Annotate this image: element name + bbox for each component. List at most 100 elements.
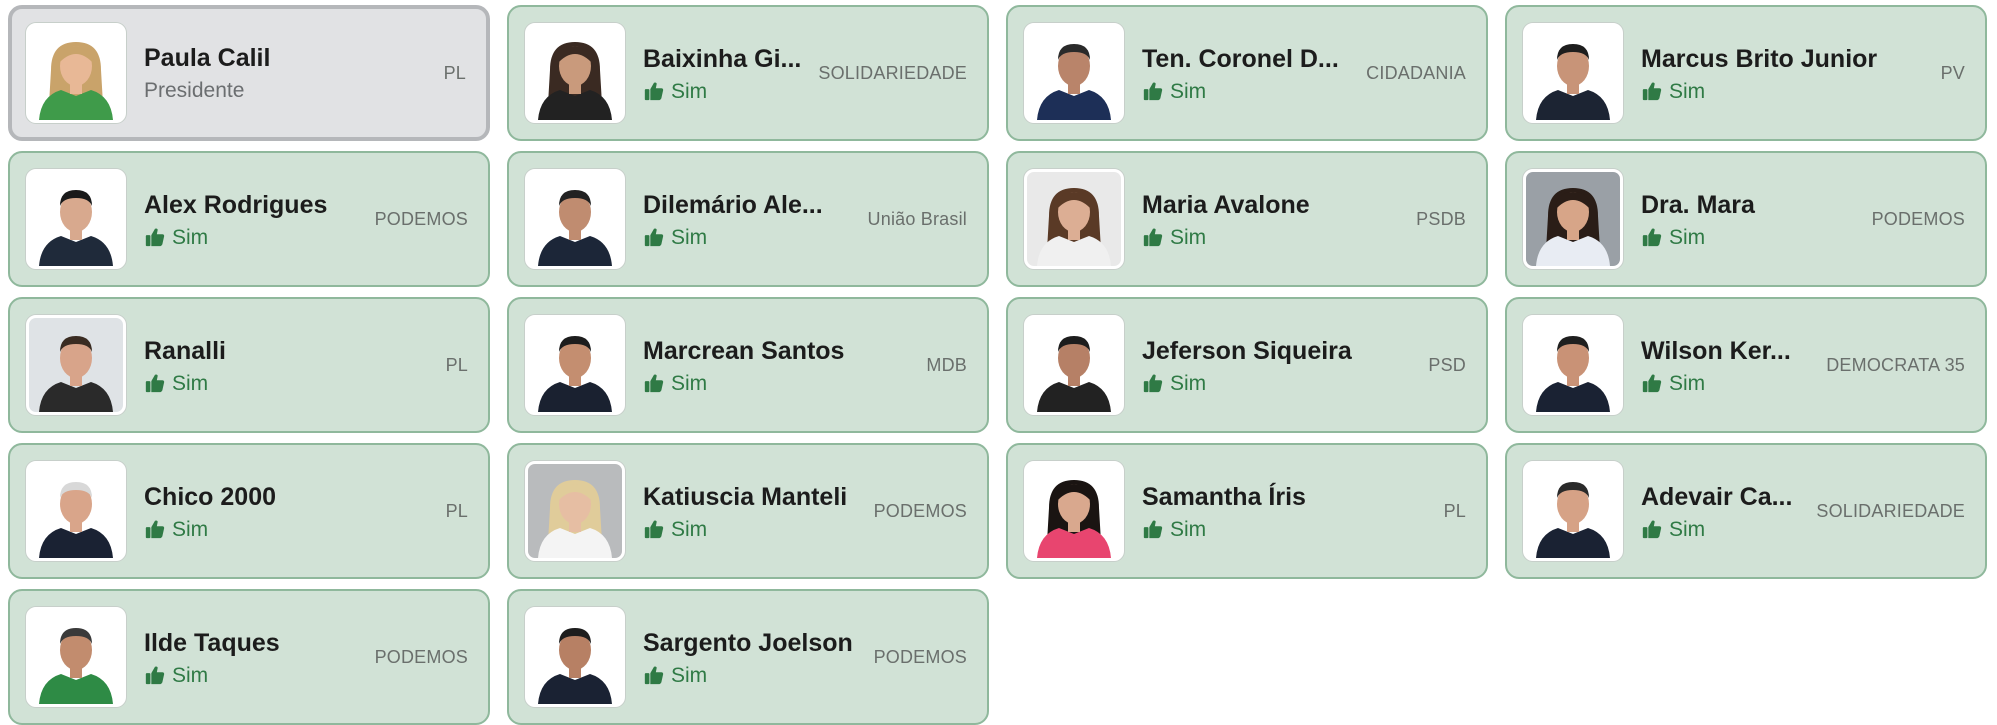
member-card[interactable]: Baixinha Gi... Sim SOLIDARIEDADE xyxy=(507,5,989,141)
vote-label: Sim xyxy=(1170,517,1207,541)
vote-status: Sim xyxy=(1142,372,1416,394)
vote-label: Sim xyxy=(1170,371,1207,395)
member-name: Jeferson Siqueira xyxy=(1142,337,1352,365)
member-photo xyxy=(26,461,126,561)
member-name: Wilson Ker... xyxy=(1641,337,1791,365)
member-party: PL xyxy=(443,62,466,83)
member-name: Maria Avalone xyxy=(1142,191,1310,219)
member-info: Ilde Taques Sim xyxy=(144,628,363,686)
member-party: DEMOCRATA 35 xyxy=(1826,354,1965,375)
thumbs-up-icon xyxy=(144,372,172,394)
member-party: PODEMOS xyxy=(1871,208,1965,229)
vote-status: Sim xyxy=(643,664,862,686)
member-party: PL xyxy=(445,500,468,521)
member-info: Samantha Íris Sim xyxy=(1142,482,1432,540)
vote-label: Sim xyxy=(671,225,708,249)
member-card[interactable]: Wilson Ker... Sim DEMOCRATA 35 xyxy=(1505,297,1987,433)
member-party: PODEMOS xyxy=(374,646,468,667)
member-card[interactable]: Dra. Mara Sim PODEMOS xyxy=(1505,151,1987,287)
member-party: PODEMOS xyxy=(873,646,967,667)
member-photo xyxy=(26,169,126,269)
thumbs-up-icon xyxy=(643,226,671,248)
vote-status: Sim xyxy=(144,372,434,394)
member-photo xyxy=(1024,169,1124,269)
member-card[interactable]: Ranalli Sim PL xyxy=(8,297,490,433)
vote-label: Sim xyxy=(1170,225,1207,249)
member-info: Chico 2000 Sim xyxy=(144,482,434,540)
member-photo xyxy=(26,607,126,707)
vote-status: Sim xyxy=(1641,372,1814,394)
member-photo xyxy=(1024,461,1124,561)
thumbs-up-icon xyxy=(643,518,671,540)
member-party: PSDB xyxy=(1416,208,1466,229)
member-name: Chico 2000 xyxy=(144,483,277,511)
member-card[interactable]: Adevair Ca... Sim SOLIDARIEDADE xyxy=(1505,443,1987,579)
thumbs-up-icon xyxy=(1142,226,1170,248)
thumbs-up-icon xyxy=(144,226,172,248)
member-name: Marcrean Santos xyxy=(643,337,845,365)
member-photo xyxy=(1523,461,1623,561)
thumbs-up-icon xyxy=(1641,226,1669,248)
vote-status: Sim xyxy=(1641,518,1804,540)
vote-status: Sim xyxy=(643,226,856,248)
member-photo xyxy=(525,607,625,707)
member-info: Wilson Ker... Sim xyxy=(1641,336,1814,394)
member-party: SOLIDARIEDADE xyxy=(1816,500,1965,521)
member-info: Paula Calil Presidente xyxy=(144,43,432,103)
vote-label: Sim xyxy=(671,663,708,687)
thumbs-up-icon xyxy=(1142,372,1170,394)
member-info: Marcus Brito Junior Sim xyxy=(1641,44,1929,102)
member-party: PL xyxy=(1443,500,1466,521)
member-card[interactable]: Ten. Coronel D... Sim CIDADANIA xyxy=(1006,5,1488,141)
member-name: Ranalli xyxy=(144,337,226,365)
member-photo xyxy=(1024,23,1124,123)
member-party: PODEMOS xyxy=(374,208,468,229)
member-name: Alex Rodrigues xyxy=(144,191,328,219)
vote-status: Sim xyxy=(1641,80,1929,102)
vote-status: Sim xyxy=(643,518,862,540)
member-name: Dilemário Ale... xyxy=(643,191,823,219)
vote-status: Sim xyxy=(1142,226,1404,248)
member-role: Presidente xyxy=(144,79,245,102)
member-card[interactable]: Chico 2000 Sim PL xyxy=(8,443,490,579)
vote-status: Sim xyxy=(643,80,806,102)
member-party: CIDADANIA xyxy=(1366,62,1466,83)
member-info: Dilemário Ale... Sim xyxy=(643,190,856,248)
member-card[interactable]: Ilde Taques Sim PODEMOS xyxy=(8,589,490,725)
vote-status: Sim xyxy=(144,518,434,540)
member-name: Ten. Coronel D... xyxy=(1142,45,1339,73)
member-name: Ilde Taques xyxy=(144,629,280,657)
thumbs-up-icon xyxy=(1641,518,1669,540)
member-photo xyxy=(525,461,625,561)
member-name: Baixinha Gi... xyxy=(643,45,802,73)
member-card[interactable]: Marcus Brito Junior Sim PV xyxy=(1505,5,1987,141)
vote-status: Sim xyxy=(144,664,363,686)
thumbs-up-icon xyxy=(1641,80,1669,102)
member-card-president[interactable]: Paula Calil Presidente PL xyxy=(8,5,490,141)
member-photo xyxy=(1523,169,1623,269)
member-card[interactable]: Alex Rodrigues Sim PODEMOS xyxy=(8,151,490,287)
member-party: União Brasil xyxy=(867,208,967,229)
thumbs-up-icon xyxy=(1142,80,1170,102)
members-grid: Paula Calil Presidente PL Baixinha Gi... S… xyxy=(8,5,1987,725)
member-info: Baixinha Gi... Sim xyxy=(643,44,806,102)
member-info: Adevair Ca... Sim xyxy=(1641,482,1804,540)
member-party: MDB xyxy=(926,354,967,375)
member-card[interactable]: Samantha Íris Sim PL xyxy=(1006,443,1488,579)
member-card[interactable]: Marcrean Santos Sim MDB xyxy=(507,297,989,433)
member-party: PV xyxy=(1940,62,1965,83)
member-card[interactable]: Sargento Joelson Sim PODEMOS xyxy=(507,589,989,725)
member-party: PSD xyxy=(1428,354,1466,375)
member-info: Dra. Mara Sim xyxy=(1641,190,1860,248)
vote-label: Sim xyxy=(1170,79,1207,103)
vote-label: Sim xyxy=(1669,225,1706,249)
member-photo xyxy=(1523,23,1623,123)
member-party: PL xyxy=(445,354,468,375)
member-card[interactable]: Katiuscia Manteli Sim PODEMOS xyxy=(507,443,989,579)
member-card[interactable]: Dilemário Ale... Sim União Brasil xyxy=(507,151,989,287)
member-card[interactable]: Jeferson Siqueira Sim PSD xyxy=(1006,297,1488,433)
member-card[interactable]: Maria Avalone Sim PSDB xyxy=(1006,151,1488,287)
vote-label: Sim xyxy=(1669,371,1706,395)
vote-label: Sim xyxy=(671,517,708,541)
vote-label: Sim xyxy=(671,371,708,395)
